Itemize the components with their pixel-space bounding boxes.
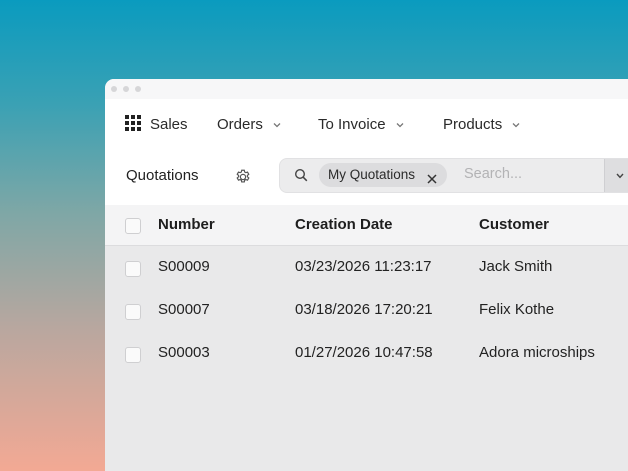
column-header-number[interactable]: Number	[158, 216, 215, 233]
cell-customer: Felix Kothe	[479, 301, 555, 318]
cell-creation-date: 01/27/2026 10:47:58	[295, 344, 433, 361]
search-options-toggle[interactable]	[604, 159, 628, 192]
gear-icon[interactable]	[234, 168, 252, 186]
chevron-down-icon	[616, 173, 624, 179]
top-navbar: Sales Orders To Invoice Products	[105, 99, 628, 151]
cell-customer: Adora microships	[479, 344, 595, 361]
cell-number: S00003	[158, 344, 210, 361]
table-row[interactable]: S00003 01/27/2026 10:47:58 Adora microsh…	[105, 332, 628, 375]
app-name[interactable]: Sales	[150, 116, 188, 133]
select-all-checkbox[interactable]	[125, 218, 141, 234]
chevron-down-icon	[272, 120, 282, 130]
row-checkbox[interactable]	[125, 261, 141, 277]
row-checkbox[interactable]	[125, 347, 141, 363]
row-checkbox[interactable]	[125, 304, 141, 320]
menu-to-invoice[interactable]: To Invoice	[318, 116, 405, 133]
search-facet[interactable]: My Quotations	[319, 163, 448, 187]
cell-creation-date: 03/23/2026 11:23:17	[295, 258, 432, 275]
menu-orders[interactable]: Orders	[217, 116, 282, 133]
column-header-customer[interactable]: Customer	[479, 216, 549, 233]
window-minimize-dot[interactable]	[123, 86, 129, 92]
menu-to-invoice-label: To Invoice	[318, 116, 386, 133]
menu-products-label: Products	[443, 116, 503, 133]
search-input[interactable]: Search...	[464, 166, 522, 182]
table-row[interactable]: S00007 03/18/2026 17:20:21 Felix Kothe	[105, 289, 628, 332]
search-bar[interactable]: My Quotations Search...	[279, 158, 628, 193]
chevron-down-icon	[511, 120, 521, 130]
cell-number: S00007	[158, 301, 210, 318]
cell-number: S00009	[158, 258, 210, 275]
grid-icon[interactable]	[125, 115, 141, 131]
page-title[interactable]: Quotations	[126, 167, 199, 184]
chevron-down-icon	[395, 120, 405, 130]
window-close-dot[interactable]	[111, 86, 117, 92]
window-maximize-dot[interactable]	[135, 86, 141, 92]
table-row[interactable]: S00009 03/23/2026 11:23:17 Jack Smith	[105, 246, 628, 289]
cell-creation-date: 03/18/2026 17:20:21	[295, 301, 433, 318]
close-icon[interactable]	[426, 169, 438, 184]
control-panel: Quotations My Quotations Search...	[105, 151, 628, 205]
column-header-creation-date[interactable]: Creation Date	[295, 216, 393, 233]
window-titlebar	[105, 79, 628, 99]
search-icon	[294, 168, 308, 182]
search-facet-label: My Quotations	[328, 167, 416, 182]
cell-customer: Jack Smith	[479, 258, 553, 275]
menu-orders-label: Orders	[217, 116, 263, 133]
app-window: Sales Orders To Invoice Products Quotati…	[105, 79, 628, 471]
table-header: Number Creation Date Customer	[105, 205, 628, 246]
menu-products[interactable]: Products	[443, 116, 521, 133]
